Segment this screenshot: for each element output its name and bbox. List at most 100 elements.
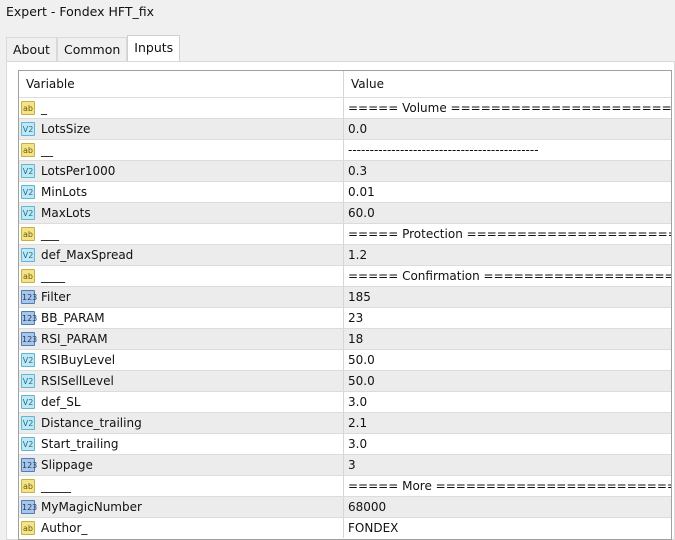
- variable-cell: ab _: [19, 98, 344, 118]
- ab-string-icon: ab: [21, 521, 35, 535]
- double-icon: V2: [21, 206, 35, 220]
- variable-cell: V2 RSIBuyLevel: [19, 350, 344, 370]
- table-row[interactable]: 123 MyMagicNumber 68000: [19, 496, 671, 517]
- variable-name: MinLots: [41, 185, 88, 199]
- variable-name: Slippage: [41, 458, 93, 472]
- double-icon: V2: [21, 122, 35, 136]
- value-cell[interactable]: ----------------------------------------…: [344, 140, 671, 160]
- integer-icon: 123: [21, 500, 37, 514]
- window-title: Expert - Fondex HFT_fix: [6, 4, 155, 19]
- variable-name: MyMagicNumber: [41, 500, 142, 514]
- double-icon: V2: [21, 416, 35, 430]
- table-row[interactable]: ab _ ===== Volume =======================.…: [19, 97, 671, 118]
- table-row[interactable]: ab ____ ===== Confirmation ===============…: [19, 265, 671, 286]
- inputs-grid: Variable Value ab _ ===== Volume =========…: [18, 70, 672, 540]
- variable-cell: ab __: [19, 140, 344, 160]
- variable-name: LotsSize: [41, 122, 91, 136]
- ab-string-icon: ab: [21, 143, 35, 157]
- variable-cell: 123 Filter: [19, 287, 344, 307]
- value-cell[interactable]: 3: [344, 455, 671, 475]
- table-row[interactable]: V2 Start_trailing 3.0: [19, 433, 671, 454]
- value-cell[interactable]: 3.0: [344, 434, 671, 454]
- table-row[interactable]: 123 Filter 185: [19, 286, 671, 307]
- ab-string-icon: ab: [21, 269, 35, 283]
- variable-cell: 123 MyMagicNumber: [19, 497, 344, 517]
- variable-name: _____: [41, 479, 71, 493]
- tab-common[interactable]: Common: [56, 37, 128, 61]
- column-header-value[interactable]: Value: [344, 71, 671, 97]
- table-row[interactable]: 123 Slippage 3: [19, 454, 671, 475]
- table-row[interactable]: V2 RSISellLevel 50.0: [19, 370, 671, 391]
- table-row[interactable]: V2 LotsPer1000 0.3: [19, 160, 671, 181]
- value-cell[interactable]: FONDEX: [344, 518, 671, 538]
- value-cell[interactable]: 2.1: [344, 413, 671, 433]
- variable-name: LotsPer1000: [41, 164, 116, 178]
- table-row[interactable]: ab ___ ===== Protection ==================…: [19, 223, 671, 244]
- variable-name: Distance_trailing: [41, 416, 142, 430]
- variable-name: RSISellLevel: [41, 374, 114, 388]
- variable-name: BB_PARAM: [41, 311, 105, 325]
- variable-name: MaxLots: [41, 206, 91, 220]
- variable-cell: 123 BB_PARAM: [19, 308, 344, 328]
- double-icon: V2: [21, 248, 35, 262]
- ab-string-icon: ab: [21, 479, 35, 493]
- table-row[interactable]: 123 RSI_PARAM 18: [19, 328, 671, 349]
- value-cell[interactable]: 23: [344, 308, 671, 328]
- variable-name: _: [41, 101, 47, 115]
- value-cell[interactable]: 3.0: [344, 392, 671, 412]
- table-row[interactable]: ab __ ------------------------------------…: [19, 139, 671, 160]
- variable-cell: V2 def_SL: [19, 392, 344, 412]
- value-cell[interactable]: ===== More ==========================...: [344, 476, 671, 496]
- double-icon: V2: [21, 353, 35, 367]
- value-cell[interactable]: 50.0: [344, 350, 671, 370]
- double-icon: V2: [21, 185, 35, 199]
- tab-inputs[interactable]: Inputs: [127, 35, 181, 61]
- table-row[interactable]: V2 def_MaxSpread 1.2: [19, 244, 671, 265]
- value-cell[interactable]: ===== Protection ======================.…: [344, 224, 671, 244]
- value-cell[interactable]: ===== Volume =======================...: [344, 98, 671, 118]
- value-cell[interactable]: ===== Confirmation ====================.…: [344, 266, 671, 286]
- double-icon: V2: [21, 164, 35, 178]
- table-row[interactable]: V2 MaxLots 60.0: [19, 202, 671, 223]
- integer-icon: 123: [21, 311, 37, 325]
- column-header-variable[interactable]: Variable: [19, 71, 344, 97]
- variable-name: Filter: [41, 290, 71, 304]
- variable-name: __: [41, 143, 53, 157]
- integer-icon: 123: [21, 458, 37, 472]
- ab-string-icon: ab: [21, 227, 35, 241]
- variable-cell: 123 RSI_PARAM: [19, 329, 344, 349]
- table-row[interactable]: V2 LotsSize 0.0: [19, 118, 671, 139]
- value-cell[interactable]: 18: [344, 329, 671, 349]
- variable-cell: V2 Distance_trailing: [19, 413, 344, 433]
- variable-cell: V2 RSISellLevel: [19, 371, 344, 391]
- table-row[interactable]: V2 RSIBuyLevel 50.0: [19, 349, 671, 370]
- table-row[interactable]: ab _____ ===== More ======================…: [19, 475, 671, 496]
- variable-cell: ab ____: [19, 266, 344, 286]
- variable-cell: V2 MinLots: [19, 182, 344, 202]
- value-cell[interactable]: 0.3: [344, 161, 671, 181]
- variable-name: def_SL: [41, 395, 81, 409]
- inputs-panel: Variable Value ab _ ===== Volume =========…: [6, 61, 675, 540]
- value-cell[interactable]: 0.0: [344, 119, 671, 139]
- value-cell[interactable]: 50.0: [344, 371, 671, 391]
- value-cell[interactable]: 60.0: [344, 203, 671, 223]
- variable-name: def_MaxSpread: [41, 248, 134, 262]
- value-cell[interactable]: 185: [344, 287, 671, 307]
- ab-string-icon: ab: [21, 101, 35, 115]
- value-cell[interactable]: 68000: [344, 497, 671, 517]
- integer-icon: 123: [21, 332, 37, 346]
- tab-about[interactable]: About: [6, 37, 57, 61]
- value-cell[interactable]: 0.01: [344, 182, 671, 202]
- table-row[interactable]: 123 BB_PARAM 23: [19, 307, 671, 328]
- double-icon: V2: [21, 374, 35, 388]
- grid-header: Variable Value: [19, 71, 671, 97]
- table-row[interactable]: V2 Distance_trailing 2.1: [19, 412, 671, 433]
- table-row[interactable]: ab Author_ FONDEX: [19, 517, 671, 538]
- value-cell[interactable]: 1.2: [344, 245, 671, 265]
- variable-cell: V2 def_MaxSpread: [19, 245, 344, 265]
- variable-name: Author_: [41, 521, 88, 535]
- variable-cell: ab Author_: [19, 518, 344, 538]
- table-row[interactable]: V2 MinLots 0.01: [19, 181, 671, 202]
- table-row[interactable]: V2 def_SL 3.0: [19, 391, 671, 412]
- variable-cell: V2 LotsPer1000: [19, 161, 344, 181]
